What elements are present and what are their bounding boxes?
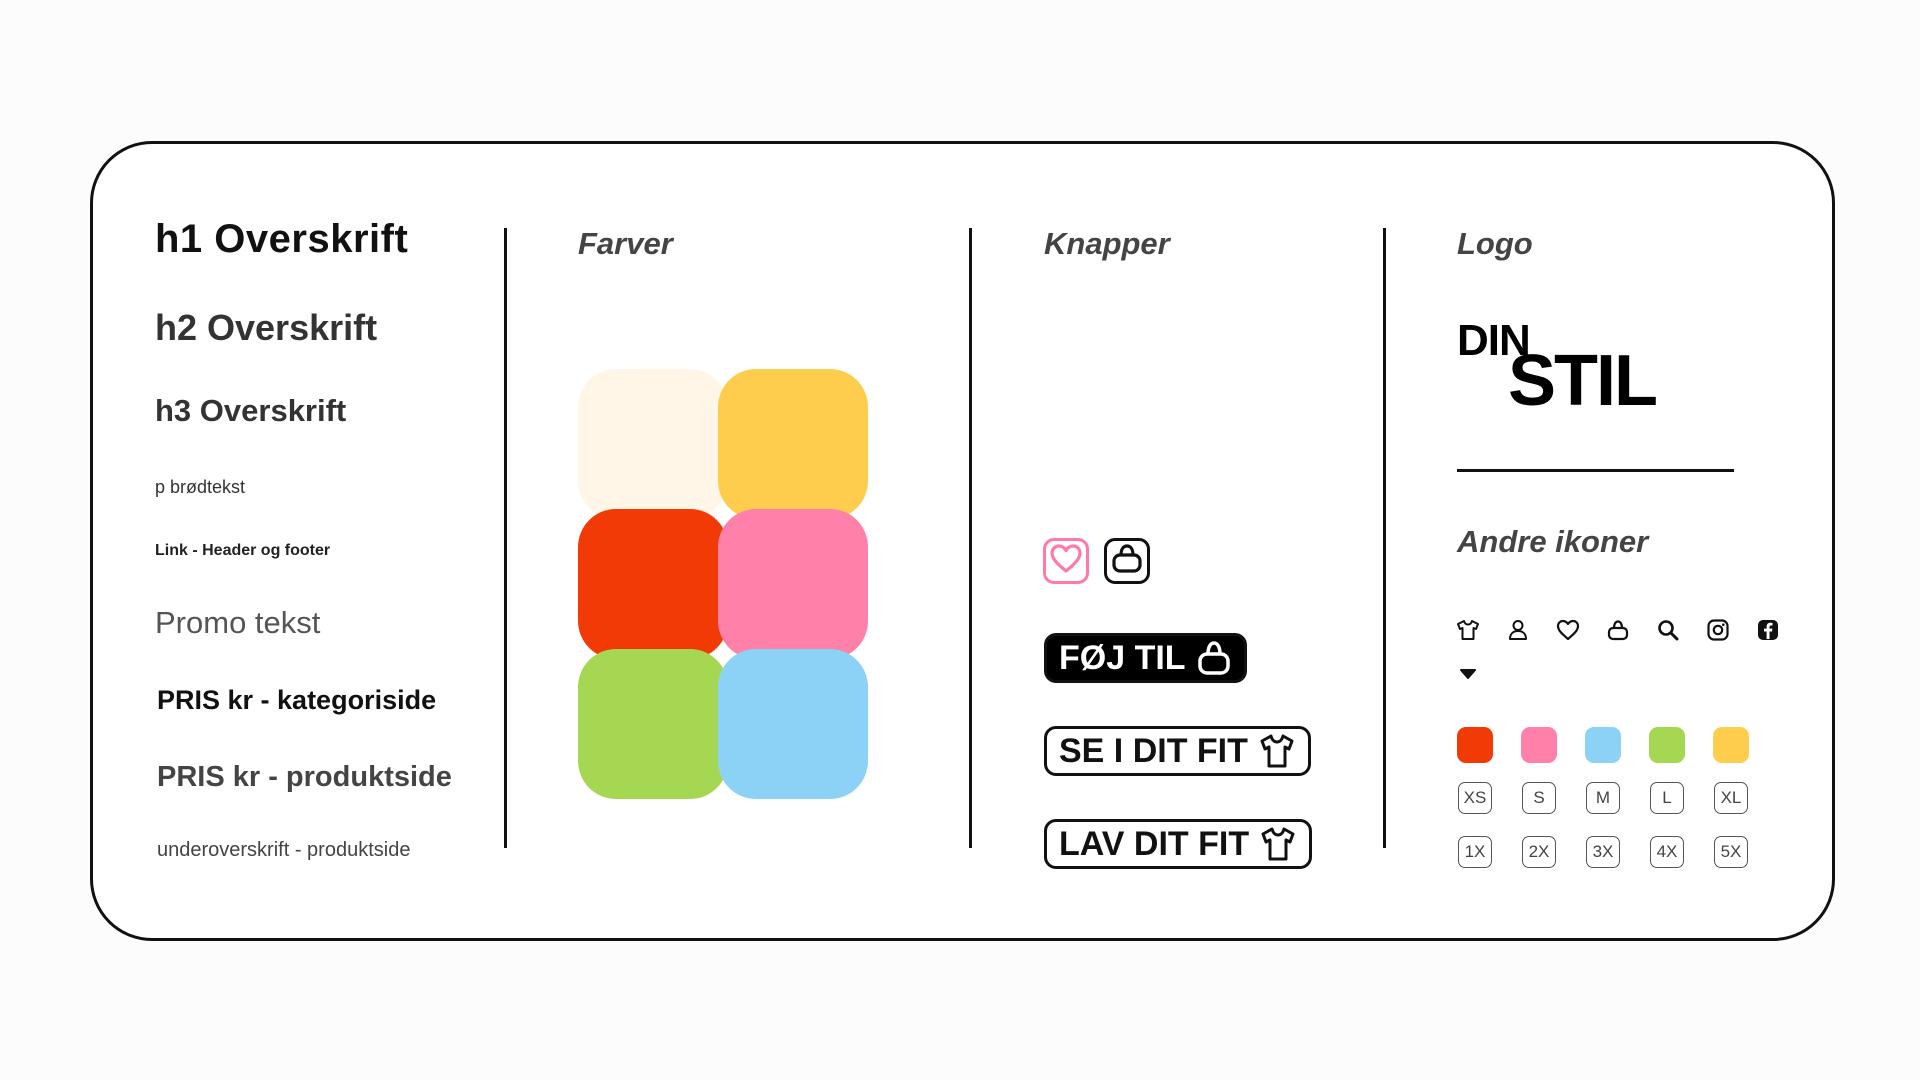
color-filter-dot[interactable] (1713, 727, 1749, 763)
style-guide-card: h1 Overskrift h2 Overskrift h3 Overskrif… (90, 141, 1835, 941)
make-fit-button[interactable]: LAV DIT FIT (1044, 819, 1313, 869)
color-swatch (718, 509, 868, 659)
basket-button[interactable] (1104, 538, 1150, 584)
shirt-icon (1259, 826, 1297, 862)
column-divider (504, 228, 507, 848)
search-icon (1656, 618, 1680, 642)
color-swatch (718, 369, 868, 519)
color-filter-dot[interactable] (1649, 727, 1685, 763)
size-option[interactable]: 3X (1586, 836, 1620, 868)
link-sample[interactable]: Link - Header og footer (155, 542, 330, 560)
facebook-icon (1756, 618, 1780, 642)
favorite-button[interactable] (1043, 538, 1089, 584)
price-product-sample: PRIS kr - produktside (157, 761, 452, 793)
size-option[interactable]: 5X (1714, 836, 1748, 868)
heart-icon (1050, 543, 1082, 579)
other-icons-title: Andre ikoner (1457, 524, 1649, 559)
promo-text-sample: Promo tekst (155, 605, 321, 640)
h2-sample: h2 Overskrift (155, 307, 378, 348)
add-to-cart-label: FØJ TIL (1059, 638, 1186, 677)
size-option[interactable]: 2X (1522, 836, 1556, 868)
color-filter-dot[interactable] (1521, 727, 1557, 763)
heart-icon (1556, 618, 1580, 642)
size-option[interactable]: S (1522, 782, 1556, 814)
shirt-icon (1258, 733, 1296, 769)
column-divider (1383, 228, 1386, 848)
price-category-sample: PRIS kr - kategoriside (157, 685, 437, 715)
see-in-fit-label: SE I DIT FIT (1059, 731, 1248, 770)
add-to-cart-button[interactable]: FØJ TIL (1044, 633, 1247, 683)
color-filter-dot[interactable] (1457, 727, 1493, 763)
color-swatch (718, 649, 868, 799)
user-icon (1506, 618, 1530, 642)
size-option[interactable]: L (1650, 782, 1684, 814)
size-option[interactable]: 1X (1458, 836, 1492, 868)
size-option[interactable]: 4X (1650, 836, 1684, 868)
see-in-fit-button[interactable]: SE I DIT FIT (1044, 726, 1311, 776)
colors-title: Farver (578, 226, 673, 261)
size-option[interactable]: XL (1714, 782, 1748, 814)
color-filter-dot[interactable] (1585, 727, 1621, 763)
logo-stil: STIL (1508, 341, 1658, 421)
make-fit-label: LAV DIT FIT (1059, 824, 1250, 863)
size-option[interactable]: XS (1458, 782, 1492, 814)
column-divider (969, 228, 972, 848)
basket-icon (1196, 639, 1232, 677)
instagram-icon (1706, 618, 1730, 642)
size-option[interactable]: M (1586, 782, 1620, 814)
h1-sample: h1 Overskrift (155, 217, 409, 261)
buttons-title: Knapper (1044, 226, 1170, 261)
color-swatch (578, 649, 728, 799)
logo-title: Logo (1457, 226, 1533, 261)
color-swatch (578, 369, 728, 519)
caret-down-icon (1456, 662, 1480, 686)
basket-icon (1110, 543, 1144, 580)
paragraph-sample: p brødtekst (155, 477, 246, 497)
logo-rule (1457, 469, 1734, 472)
shirt-icon (1456, 618, 1480, 642)
color-swatch (578, 509, 728, 659)
basket-icon (1606, 618, 1630, 642)
h3-sample: h3 Overskrift (155, 393, 347, 428)
subheading-product-sample: underoverskrift - produktside (157, 839, 411, 861)
